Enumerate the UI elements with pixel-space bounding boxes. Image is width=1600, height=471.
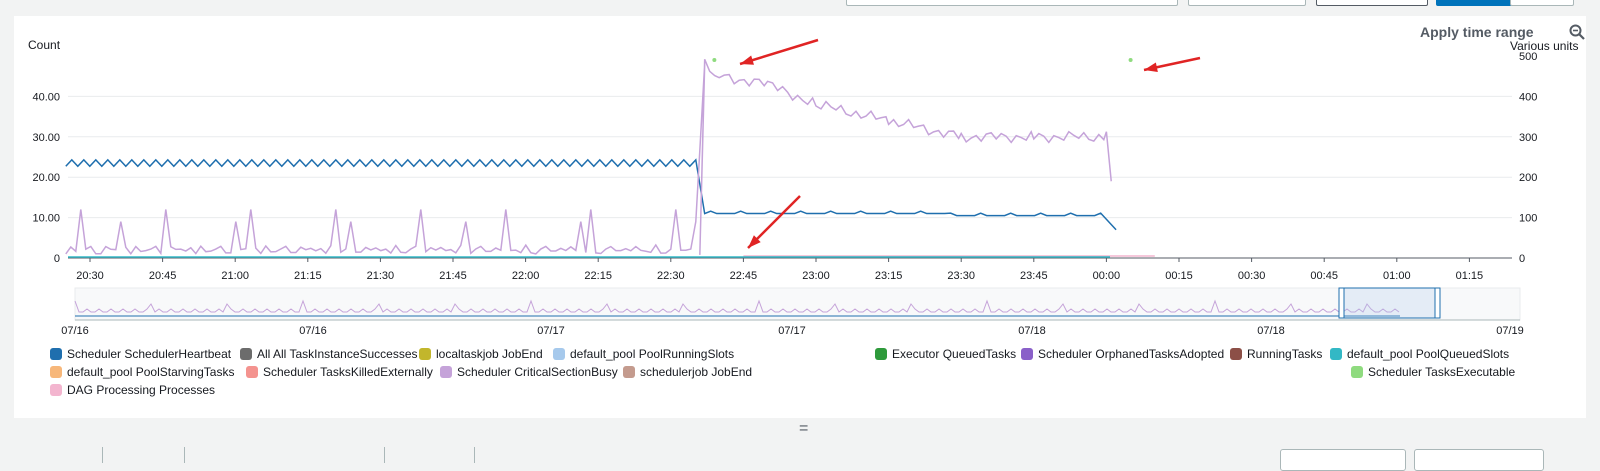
legend-label: RunningTasks	[1247, 347, 1323, 361]
y-right-tick: 100	[1519, 213, 1537, 225]
y-left-tick: 40.00	[32, 91, 60, 103]
x-tick-label: 23:45	[1020, 270, 1048, 282]
navigator-tick-label: 07/17	[537, 325, 565, 337]
x-tick-label: 20:45	[149, 270, 177, 282]
legend-swatch	[1230, 348, 1242, 360]
x-tick-label: 22:00	[512, 270, 540, 282]
legend-swatch	[623, 366, 635, 378]
legend-label: Executor QueuedTasks	[892, 347, 1017, 361]
metric-chart[interactable]: 0 10.00 20.00 30.00 40.00 0 100 200 300 400 500 20:…	[0, 0, 1600, 463]
x-tick-label: 00:45	[1310, 270, 1338, 282]
x-tick-label: 00:15	[1165, 270, 1193, 282]
navigator-tick-label: 07/19	[1496, 325, 1524, 337]
x-tick-label: 21:45	[439, 270, 467, 282]
bottom-button[interactable]	[1280, 449, 1406, 471]
legend-swatch	[240, 348, 252, 360]
legend-swatch	[50, 366, 62, 378]
series-point-tasks-executable	[1128, 58, 1133, 63]
legend-item[interactable]: RunningTasks	[1230, 347, 1322, 361]
navigator-tick-label: 07/18	[1018, 325, 1046, 337]
resize-handle[interactable]: =	[799, 420, 808, 438]
legend-item[interactable]: Scheduler CriticalSectionBusy	[440, 365, 618, 379]
legend-label: default_pool PoolQueuedSlots	[1347, 347, 1510, 361]
annotation-arrowhead	[740, 55, 754, 65]
legend-item[interactable]: default_pool PoolRunningSlots	[553, 347, 734, 361]
legend-item[interactable]: default_pool PoolStarvingTasks	[50, 365, 234, 379]
legend-label: Scheduler OrphanedTasksAdopted	[1038, 347, 1225, 361]
legend-swatch	[50, 348, 62, 360]
legend-label: Scheduler CriticalSectionBusy	[457, 365, 618, 379]
y-left-tick: 0	[54, 253, 60, 265]
x-tick-label: 23:00	[802, 270, 830, 282]
x-tick-label: 01:15	[1456, 270, 1484, 282]
series-point-tasks-executable	[712, 58, 717, 63]
navigator-selection	[1341, 287, 1439, 319]
divider	[384, 447, 385, 463]
legend-swatch	[440, 366, 452, 378]
series-line-heartbeat	[65, 158, 1117, 231]
y-right-tick: 0	[1519, 253, 1525, 265]
legend-label: default_pool PoolStarvingTasks	[67, 365, 235, 379]
navigator-tick-label: 07/17	[778, 325, 806, 337]
divider	[184, 447, 185, 463]
y-right-tick: 300	[1519, 132, 1537, 144]
x-tick-label: 22:45	[730, 270, 758, 282]
x-tick-label: 01:00	[1383, 270, 1411, 282]
x-tick-label: 21:15	[294, 270, 322, 282]
legend-label: Scheduler TasksExecutable	[1368, 365, 1516, 379]
navigator-tick-label: 07/16	[299, 325, 327, 337]
x-tick-label: 22:15	[584, 270, 612, 282]
legend-swatch	[419, 348, 431, 360]
x-tick-label: 21:30	[367, 270, 395, 282]
y-left-tick: 30.00	[32, 132, 60, 144]
x-tick-label: 00:00	[1093, 270, 1121, 282]
x-tick-label: 00:30	[1238, 270, 1266, 282]
y-left-tick: 20.00	[32, 172, 60, 184]
navigator-track	[74, 287, 1521, 321]
legend-label: All All TaskInstanceSuccesses	[257, 347, 418, 361]
legend-item[interactable]: Scheduler TasksKilledExternally	[246, 365, 433, 379]
legend-label: default_pool PoolRunningSlots	[570, 347, 735, 361]
legend-swatch	[875, 348, 887, 360]
legend-item[interactable]: All All TaskInstanceSuccesses	[240, 347, 418, 361]
legend-item[interactable]: Scheduler OrphanedTasksAdopted	[1021, 347, 1224, 361]
legend-item[interactable]: default_pool PoolQueuedSlots	[1330, 347, 1509, 361]
legend-item[interactable]: Scheduler TasksExecutable	[1351, 365, 1515, 379]
bottom-button-2[interactable]	[1414, 449, 1544, 471]
legend-label: schedulerjob JobEnd	[640, 365, 753, 379]
legend-label: Scheduler SchedulerHeartbeat	[67, 347, 232, 361]
x-tick-label: 21:00	[221, 270, 249, 282]
legend-item[interactable]: DAG Processing Processes	[50, 383, 215, 397]
legend-item[interactable]: localtaskjob JobEnd	[419, 347, 543, 361]
y-left-tick: 10.00	[32, 213, 60, 225]
y-right-tick: 500	[1519, 51, 1537, 63]
x-tick-label: 20:30	[76, 270, 104, 282]
legend-swatch	[50, 384, 62, 396]
x-tick-label: 23:30	[947, 270, 975, 282]
legend-swatch	[1021, 348, 1033, 360]
divider	[474, 447, 475, 463]
navigator-handle-left	[1338, 287, 1345, 319]
legend-swatch	[553, 348, 565, 360]
navigator-tick-label: 07/16	[61, 325, 89, 337]
legend-swatch	[1351, 366, 1363, 378]
y-right-tick: 200	[1519, 172, 1537, 184]
series-line-critical-section	[65, 59, 1112, 256]
navigator-handle-right	[1434, 287, 1441, 319]
legend-swatch	[1330, 348, 1342, 360]
legend-swatch	[246, 366, 258, 378]
x-tick-label: 22:30	[657, 270, 685, 282]
y-right-tick: 400	[1519, 91, 1537, 103]
x-tick-label: 23:15	[875, 270, 903, 282]
legend-label: Scheduler TasksKilledExternally	[263, 365, 433, 379]
legend-label: DAG Processing Processes	[67, 383, 216, 397]
legend-label: localtaskjob JobEnd	[436, 347, 543, 361]
navigator-tick-label: 07/18	[1257, 325, 1285, 337]
divider	[102, 447, 103, 463]
legend-item[interactable]: Scheduler SchedulerHeartbeat	[50, 347, 231, 361]
legend-item[interactable]: Executor QueuedTasks	[875, 347, 1016, 361]
legend-item[interactable]: schedulerjob JobEnd	[623, 365, 752, 379]
